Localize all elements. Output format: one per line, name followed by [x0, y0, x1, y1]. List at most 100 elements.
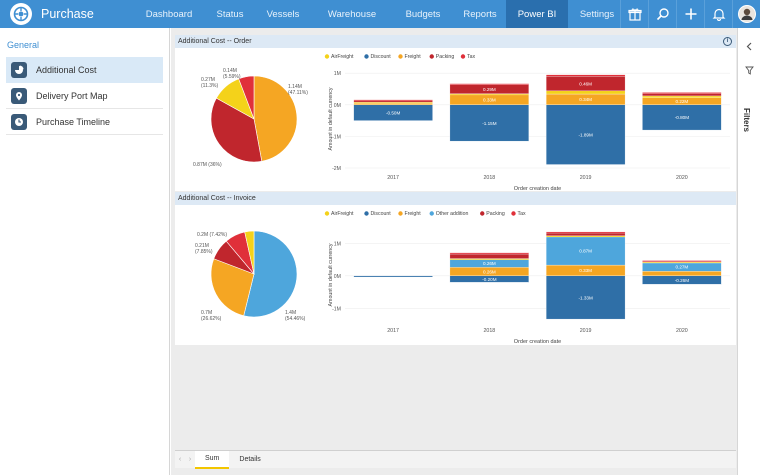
collapse-chevron-icon[interactable] [745, 42, 754, 51]
legend-marker-other-addition [429, 211, 434, 216]
legend-item-other-addition[interactable]: Other addition [436, 211, 469, 217]
bar-packing-2018[interactable] [449, 253, 529, 259]
legend-marker-packing [429, 54, 434, 59]
bar-airfreight-2018[interactable] [449, 258, 529, 260]
bar-tax-2019[interactable] [546, 231, 626, 234]
sidebar-item-label: Purchase Timeline [36, 116, 111, 127]
bar-data-label: 0.33M [483, 97, 496, 102]
legend-item-packing[interactable]: Packing [436, 54, 455, 60]
bar-data-label: 0.34M [579, 97, 592, 102]
x-tick-label: 2017 [387, 328, 399, 334]
bar-data-label: -0.20M [482, 277, 496, 282]
pie-label: 0.87M (36%) [193, 162, 222, 168]
gift-icon[interactable] [620, 0, 648, 28]
nav-status[interactable]: Status [206, 0, 254, 28]
nav-power-bi[interactable]: Power BI [506, 0, 568, 28]
legend-item-discount[interactable]: Discount [371, 211, 392, 217]
bar-chart: 2017 -0.50M 2018 -1.15M 0.33M 0.29M 2019 -1.89M… [353, 74, 722, 181]
filters-label[interactable]: Filters [742, 108, 751, 132]
legend-marker-discount [364, 54, 369, 59]
x-axis-label: Order creation date [514, 186, 561, 191]
x-tick-label: 2019 [580, 328, 592, 334]
legend-item-freight[interactable]: Freight [405, 211, 422, 217]
sidebar-item-delivery-port-map[interactable]: Delivery Port Map [6, 83, 163, 109]
y-axis-label: Amount in default currency [328, 87, 334, 150]
x-tick-label: 2017 [387, 175, 399, 181]
nav-warehouse[interactable]: Warehouse [312, 0, 392, 28]
sidebar-item-purchase-timeline[interactable]: Purchase Timeline [6, 109, 163, 135]
avatar[interactable] [732, 0, 760, 28]
sidebar-title: General [7, 40, 40, 50]
sidebar-item-additional-cost[interactable]: Additional Cost [6, 57, 163, 83]
bar-airfreight-2017[interactable] [353, 102, 433, 104]
x-tick-label: 2020 [676, 175, 688, 181]
top-icons [620, 0, 760, 28]
legend-item-airfreight[interactable]: AirFreight [331, 211, 354, 217]
y-axis-label: Amount in default currency [328, 243, 334, 306]
bar-airfreight-2019[interactable] [546, 90, 626, 95]
bar-data-label: 0.29M [483, 87, 496, 92]
bar-data-label: -0.26M [675, 278, 689, 283]
bar-airfreight-2018[interactable] [449, 93, 529, 96]
legend-marker-freight [398, 54, 403, 59]
bar-packing-2019[interactable] [546, 232, 626, 236]
page-tabs: ‹ › Sum Details [175, 450, 736, 469]
bar-tax-2020[interactable] [642, 92, 722, 94]
panel-title-text: Additional Cost -- Invoice [178, 195, 256, 202]
bar-airfreight-2020[interactable] [642, 95, 722, 98]
bar-airfreight-2019[interactable] [546, 235, 626, 238]
legend-item-tax[interactable]: Tax [467, 54, 475, 60]
bar-data-label: 0.26M [483, 269, 496, 274]
legend-marker-freight [398, 211, 403, 216]
bar-freight-2020[interactable] [642, 271, 722, 276]
nav-dashboard[interactable]: Dashboard [132, 0, 206, 28]
top-bar: Purchase Dashboard Status Vessels Warehouse… [0, 0, 760, 28]
bar-tax-2018[interactable] [449, 252, 529, 255]
tab-next-icon[interactable]: › [185, 456, 195, 463]
bar-data-label: -0.80M [675, 115, 689, 120]
nav-reports[interactable]: Reports [454, 0, 506, 28]
info-icon[interactable]: i [723, 37, 732, 46]
legend-item-packing[interactable]: Packing [486, 211, 505, 217]
pie-chart: 1.4M (54.46%) 0.7M (26.62%) 0.21M (7.85%) 0.2M… [195, 230, 306, 322]
bar-data-label: 0.27M [675, 265, 688, 270]
legend-item-airfreight[interactable]: AirFreight [331, 54, 354, 60]
panel-order: 1.14M (47.11%) 0.87M (36%) 0.27M (11.3%) 0.14… [175, 48, 736, 192]
bar-discount-2017[interactable] [353, 275, 433, 278]
y-tick-label: -2M [332, 166, 341, 172]
search-icon[interactable] [648, 0, 676, 28]
bar-tax-2020[interactable] [642, 260, 722, 262]
bar-data-label: 0.87M [579, 249, 592, 254]
legend-marker-packing [480, 211, 485, 216]
tab-sum[interactable]: Sum [195, 450, 230, 469]
nav-vessels[interactable]: Vessels [254, 0, 312, 28]
bar-tax-2018[interactable] [449, 83, 529, 85]
plus-icon[interactable] [676, 0, 704, 28]
app-logo-icon [10, 3, 32, 25]
bell-icon[interactable] [704, 0, 732, 28]
legend-marker-airfreight [324, 54, 330, 59]
chart-legend: AirFreight Discount Freight Packing Tax [324, 54, 475, 60]
sidebar: General Additional Cost Delivery Port Ma… [0, 28, 170, 475]
tab-details[interactable]: Details [229, 451, 270, 469]
legend-item-tax[interactable]: Tax [518, 211, 526, 217]
pie-chart-icon [11, 62, 27, 78]
bar-data-label: 0.33M [579, 268, 592, 273]
pie-label: 0.7M (26.62%) [201, 310, 222, 322]
y-tick-label: 1M [334, 71, 341, 77]
nav-settings[interactable]: Settings [568, 0, 626, 28]
panel-title-order: Additional Cost -- Order i [175, 35, 736, 48]
bar-tax-2019[interactable] [546, 74, 626, 77]
x-tick-label: 2018 [483, 175, 495, 181]
legend-item-freight[interactable]: Freight [405, 54, 422, 60]
bar-tax-2017[interactable] [353, 99, 433, 102]
brand[interactable]: Purchase [10, 3, 94, 25]
nav-budgets[interactable]: Budgets [392, 0, 454, 28]
app-title: Purchase [41, 7, 94, 21]
legend-item-discount[interactable]: Discount [371, 54, 392, 60]
report-canvas: Additional Cost -- Order i 1.14M (47.11%)… [171, 28, 744, 475]
bar-data-label: -0.50M [386, 110, 400, 115]
x-tick-label: 2020 [676, 328, 688, 334]
tab-prev-icon[interactable]: ‹ [175, 456, 185, 463]
clock-icon [11, 113, 27, 130]
